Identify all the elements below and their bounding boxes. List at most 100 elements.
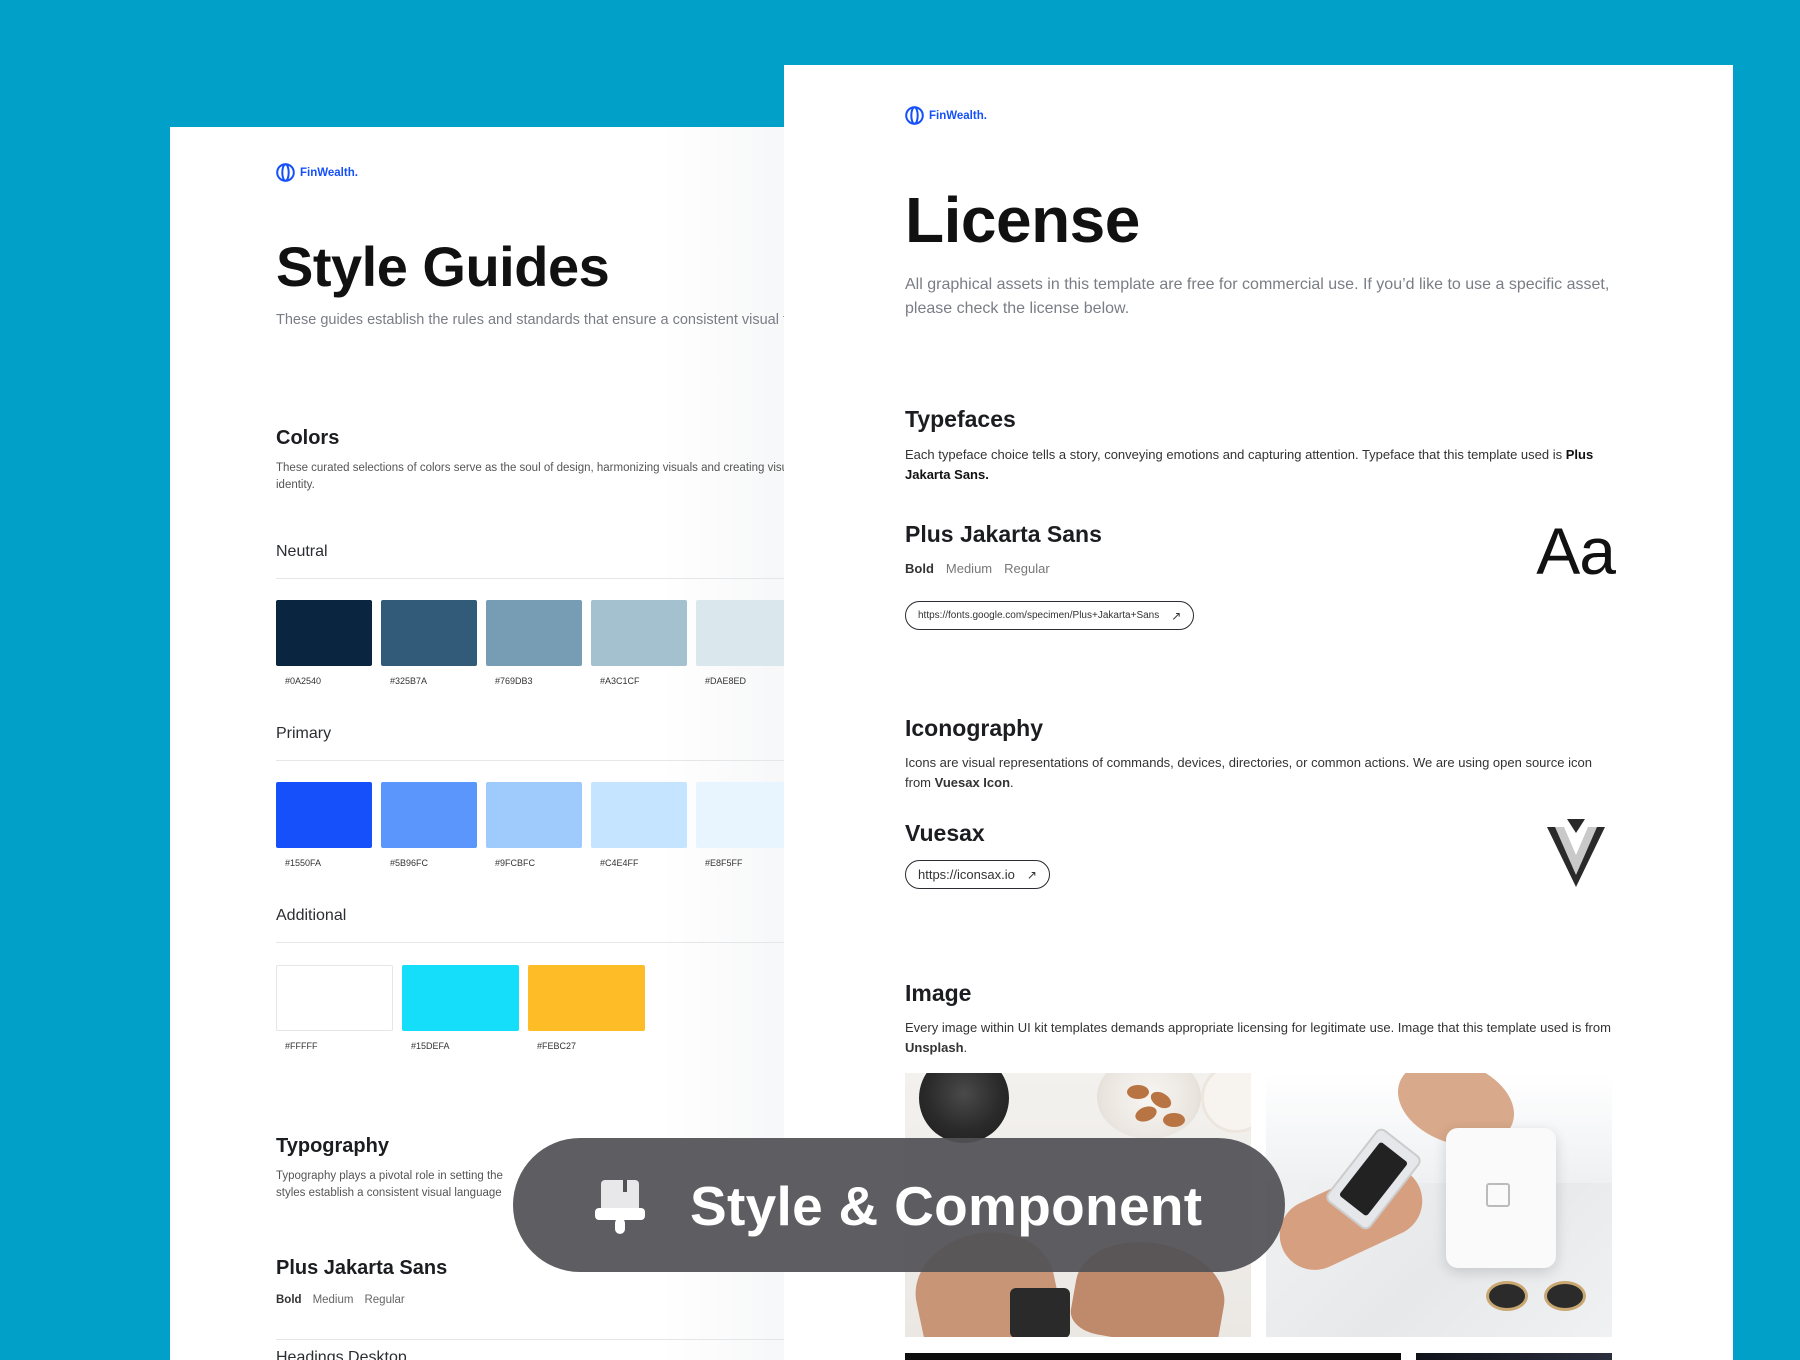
font-name: Plus Jakarta Sans: [276, 1257, 448, 1279]
logo-text: FinWealth.: [300, 166, 358, 179]
swatch-hex: #DAE8ED: [705, 676, 747, 686]
swatch-chip: [528, 965, 645, 1031]
swatch-chip: [696, 782, 792, 848]
swatch-hex: #A3C1CF: [600, 676, 640, 686]
photo-detail: [1544, 1281, 1586, 1311]
iconography-heading: Iconography: [905, 715, 1044, 741]
divider: [276, 1339, 836, 1340]
image-source-mention: Unsplash: [905, 1040, 964, 1055]
swatch-chip: [696, 600, 792, 666]
typefaces-description-text: Each typeface choice tells a story, conv…: [905, 447, 1566, 462]
headings-desktop-heading: Headings Desktop: [276, 1349, 407, 1360]
neutral-swatches: #0A2540 #325B7A #769DB3 #A3C1CF #DAE8ED: [276, 600, 792, 686]
swatch-chip: [276, 600, 372, 666]
color-swatch: #325B7A: [381, 600, 477, 686]
additional-swatches: #FFFFF #15DEFA #FEBC27: [276, 965, 645, 1051]
iconography-description: Icons are visual representations of comm…: [905, 753, 1615, 793]
weight-bold: Bold: [905, 561, 934, 576]
swatch-chip: [402, 965, 519, 1031]
font-name: Plus Jakarta Sans: [905, 521, 1102, 547]
paint-brush-icon: [593, 1178, 647, 1236]
typefaces-heading: Typefaces: [905, 406, 1016, 432]
iconsax-link[interactable]: https://iconsax.io ↗: [905, 860, 1050, 889]
additional-heading: Additional: [276, 907, 347, 924]
weight-regular: Regular: [1004, 561, 1050, 576]
swatch-chip: [591, 782, 687, 848]
typography-description: Typography plays a pivotal role in setti…: [276, 1170, 503, 1199]
divider: [276, 578, 836, 579]
link-url: https://fonts.google.com/specimen/Plus+J…: [918, 610, 1160, 621]
swatch-hex: #325B7A: [390, 676, 428, 686]
swatch-chip: [381, 600, 477, 666]
color-swatch: #E8F5FF: [696, 782, 792, 868]
primary-heading: Primary: [276, 725, 332, 742]
swatch-hex: #FEBC27: [537, 1041, 577, 1051]
photo-detail: [1201, 1073, 1251, 1133]
colors-heading: Colors: [276, 427, 340, 449]
primary-swatches: #1550FA #5B96FC #9FCBFC #C4E4FF #E8F5FF: [276, 782, 792, 868]
vuesax-logo-icon: [1543, 817, 1609, 889]
color-swatch: #9FCBFC: [486, 782, 582, 868]
sample-photo: [905, 1353, 1401, 1360]
finwealth-logo-icon: [905, 106, 924, 125]
iconography-description-end: .: [1010, 775, 1014, 790]
banner-text: Style & Component: [690, 1175, 1203, 1237]
font-weights: Bold Medium Regular: [905, 561, 1050, 576]
font-weights: Bold Medium Regular: [276, 1294, 405, 1306]
swatch-hex: #1550FA: [285, 858, 322, 868]
color-swatch: #1550FA: [276, 782, 372, 868]
colors-description: These curated selections of colors serve…: [276, 462, 797, 491]
color-swatch: #FEBC27: [528, 965, 645, 1051]
weight-medium: Medium: [945, 561, 993, 576]
swatch-chip: [381, 782, 477, 848]
iconography-source-mention: Vuesax Icon: [934, 775, 1011, 790]
typography-heading: Typography: [276, 1135, 389, 1157]
color-swatch: #769DB3: [486, 600, 582, 686]
sample-photo: [1416, 1353, 1612, 1360]
link-url: https://iconsax.io: [918, 867, 1015, 882]
finwealth-logo: FinWealth.: [905, 106, 987, 125]
neutral-heading: Neutral: [276, 543, 328, 560]
finwealth-logo: FinWealth.: [276, 163, 358, 182]
swatch-chip: [276, 782, 372, 848]
swatch-hex: #C4E4FF: [600, 858, 639, 868]
weight-medium: Medium: [312, 1294, 354, 1306]
photo-detail: [1127, 1085, 1149, 1099]
divider: [276, 760, 836, 761]
swatch-chip: [486, 782, 582, 848]
page-description: These guides establish the rules and sta…: [276, 312, 839, 328]
swatch-hex: #FFFFF: [285, 1041, 318, 1051]
photo-detail: [1163, 1113, 1185, 1127]
sample-photo-phone-payment: [1266, 1073, 1612, 1337]
photo-detail: [1010, 1288, 1070, 1337]
divider: [276, 942, 836, 943]
style-component-banner: Style & Component: [513, 1138, 1285, 1272]
swatch-hex: #15DEFA: [411, 1041, 450, 1051]
image-description-end: .: [963, 1040, 968, 1055]
swatch-hex: #0A2540: [285, 676, 322, 686]
color-swatch: #FFFFF: [276, 965, 393, 1051]
swatch-hex: #E8F5FF: [705, 858, 743, 868]
logo-text: FinWealth.: [929, 109, 987, 122]
page-title: License: [905, 184, 1140, 256]
google-fonts-link[interactable]: https://fonts.google.com/specimen/Plus+J…: [905, 601, 1195, 630]
page-description: All graphical assets in this template ar…: [905, 276, 1610, 317]
color-swatch: #15DEFA: [402, 965, 519, 1051]
photo-detail: [1446, 1128, 1556, 1268]
icon-set-name: Vuesax: [905, 820, 985, 846]
typefaces-description: Each typeface choice tells a story, conv…: [905, 445, 1615, 485]
color-swatch: #A3C1CF: [591, 600, 687, 686]
photo-detail: [1486, 1281, 1528, 1311]
image-description: Every image within UI kit templates dema…: [905, 1018, 1615, 1058]
color-swatch: #5B96FC: [381, 782, 477, 868]
swatch-hex: #5B96FC: [390, 858, 429, 868]
photo-detail: [1476, 1273, 1596, 1313]
photo-detail: [919, 1073, 1009, 1143]
color-swatch: #0A2540: [276, 600, 372, 686]
page-title: Style Guides: [276, 235, 610, 298]
arrow-up-right-icon: ↗: [1171, 608, 1182, 623]
swatch-chip: [591, 600, 687, 666]
color-swatch: #DAE8ED: [696, 600, 792, 686]
weight-regular: Regular: [364, 1294, 405, 1306]
swatch-hex: #769DB3: [495, 676, 533, 686]
